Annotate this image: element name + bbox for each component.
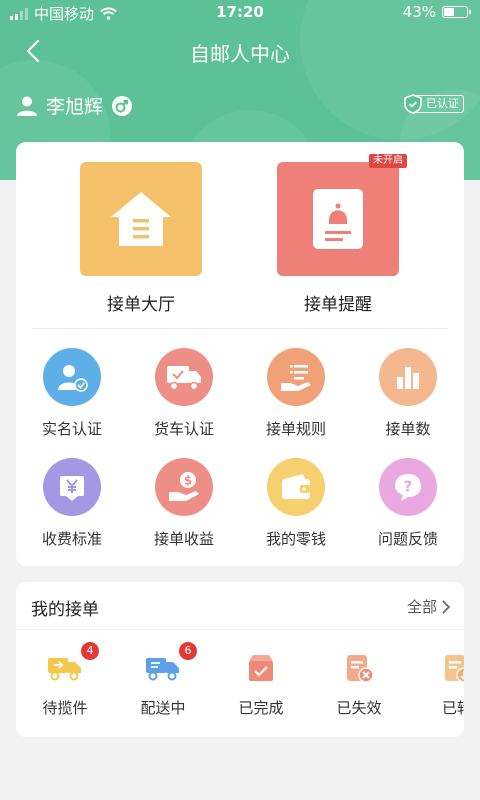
order-status-pending-pickup[interactable]: 4 待揽件 bbox=[16, 642, 114, 718]
user-name: 李旭辉 bbox=[46, 96, 104, 118]
grid-item-label: 接单数 bbox=[385, 420, 431, 438]
grid-item-wallet[interactable]: 我的零钱 bbox=[240, 458, 352, 549]
hand-list-icon bbox=[281, 365, 311, 391]
order-reminder-button[interactable]: 未开启 接单提醒 bbox=[277, 154, 407, 315]
box-check-icon bbox=[249, 655, 273, 681]
order-status-label: 配送中 bbox=[140, 699, 186, 717]
my-orders-card: 我的接单 全部 4 待揽件 6 配送中 已完成 已失效 已 bbox=[16, 582, 464, 737]
count-badge: 6 bbox=[179, 642, 197, 660]
order-status-completed[interactable]: 已完成 bbox=[212, 648, 310, 718]
order-hall-label: 接单大厅 bbox=[107, 295, 175, 315]
order-status-transferred[interactable]: 已转 bbox=[408, 648, 464, 718]
doc-x-icon bbox=[347, 655, 374, 683]
order-hall-button[interactable]: 接单大厅 bbox=[80, 162, 202, 315]
battery-icon bbox=[442, 6, 471, 18]
grid-item-label: 接单收益 bbox=[153, 530, 214, 548]
grid-item-label: 实名认证 bbox=[41, 420, 102, 438]
order-status-label: 待揽件 bbox=[42, 699, 88, 717]
order-status-label: 已转 bbox=[441, 699, 464, 717]
grid-item-label: 货车认证 bbox=[153, 420, 214, 438]
battery-percent: 43% bbox=[402, 3, 436, 21]
view-all-label: 全部 bbox=[406, 598, 437, 616]
order-reminder-label: 接单提醒 bbox=[304, 295, 372, 315]
grid-item-label: 接单规则 bbox=[265, 420, 326, 438]
truck-pickup-icon bbox=[48, 658, 81, 681]
truck-delivery-icon bbox=[146, 658, 179, 681]
orders-title: 我的接单 bbox=[31, 600, 99, 620]
bar-chart-icon bbox=[397, 367, 419, 389]
verified-badge: 已认证 bbox=[404, 94, 464, 114]
yen-icon bbox=[60, 476, 84, 501]
dollar-hand-icon: $ bbox=[169, 472, 199, 501]
divider bbox=[32, 328, 448, 329]
view-all-button[interactable]: 全部 bbox=[407, 596, 450, 617]
truck-icon bbox=[167, 366, 201, 391]
doc-transfer-icon bbox=[445, 655, 464, 683]
orders-header: 我的接单 全部 bbox=[16, 582, 464, 630]
user-info: 李旭辉 已认证 bbox=[16, 92, 464, 120]
male-gender-icon bbox=[112, 95, 133, 116]
grid-item-earnings[interactable]: $ 接单收益 bbox=[128, 458, 240, 549]
question-icon: ? bbox=[395, 474, 421, 501]
status-bar: 中国移动 17:20 43% bbox=[0, 0, 480, 26]
services-card: 接单大厅 未开启 接单提醒 实名认证 货车认证 接单规则 接单数 收费标准 $ … bbox=[16, 142, 464, 566]
svg-text:?: ? bbox=[404, 478, 413, 496]
user-check-icon bbox=[58, 365, 88, 392]
svg-text:$: $ bbox=[184, 474, 192, 488]
grid-item-order-count[interactable]: 接单数 bbox=[352, 348, 464, 439]
shield-check-icon bbox=[404, 94, 422, 114]
user-icon bbox=[17, 96, 37, 116]
house-icon bbox=[111, 192, 171, 246]
grid-item-rules[interactable]: 接单规则 bbox=[240, 348, 352, 439]
grid-item-feedback[interactable]: ? 问题反馈 bbox=[352, 458, 464, 549]
page-title: 自邮人中心 bbox=[190, 42, 290, 66]
order-status-delivering[interactable]: 6 配送中 bbox=[114, 642, 212, 718]
grid-item-label: 我的零钱 bbox=[265, 530, 326, 548]
count-badge: 4 bbox=[81, 642, 99, 660]
grid-item-label: 问题反馈 bbox=[377, 530, 438, 548]
grid-item-fee-standard[interactable]: 收费标准 bbox=[16, 458, 128, 549]
nav-bar: 自邮人中心 bbox=[0, 26, 480, 76]
order-hall-tile bbox=[80, 162, 202, 276]
grid-item-real-name[interactable]: 实名认证 bbox=[16, 348, 128, 439]
order-status-expired[interactable]: 已失效 bbox=[310, 648, 408, 718]
chevron-right-icon bbox=[442, 599, 450, 614]
grid-item-truck-cert[interactable]: 货车认证 bbox=[128, 348, 240, 439]
not-enabled-badge: 未开启 bbox=[369, 154, 407, 168]
wallet-icon bbox=[282, 474, 310, 499]
order-status-label: 已失效 bbox=[336, 699, 382, 717]
bell-document-icon bbox=[313, 189, 363, 249]
order-status-label: 已完成 bbox=[238, 699, 284, 717]
order-reminder-tile: 未开启 bbox=[277, 154, 407, 276]
grid-item-label: 收费标准 bbox=[41, 530, 102, 548]
